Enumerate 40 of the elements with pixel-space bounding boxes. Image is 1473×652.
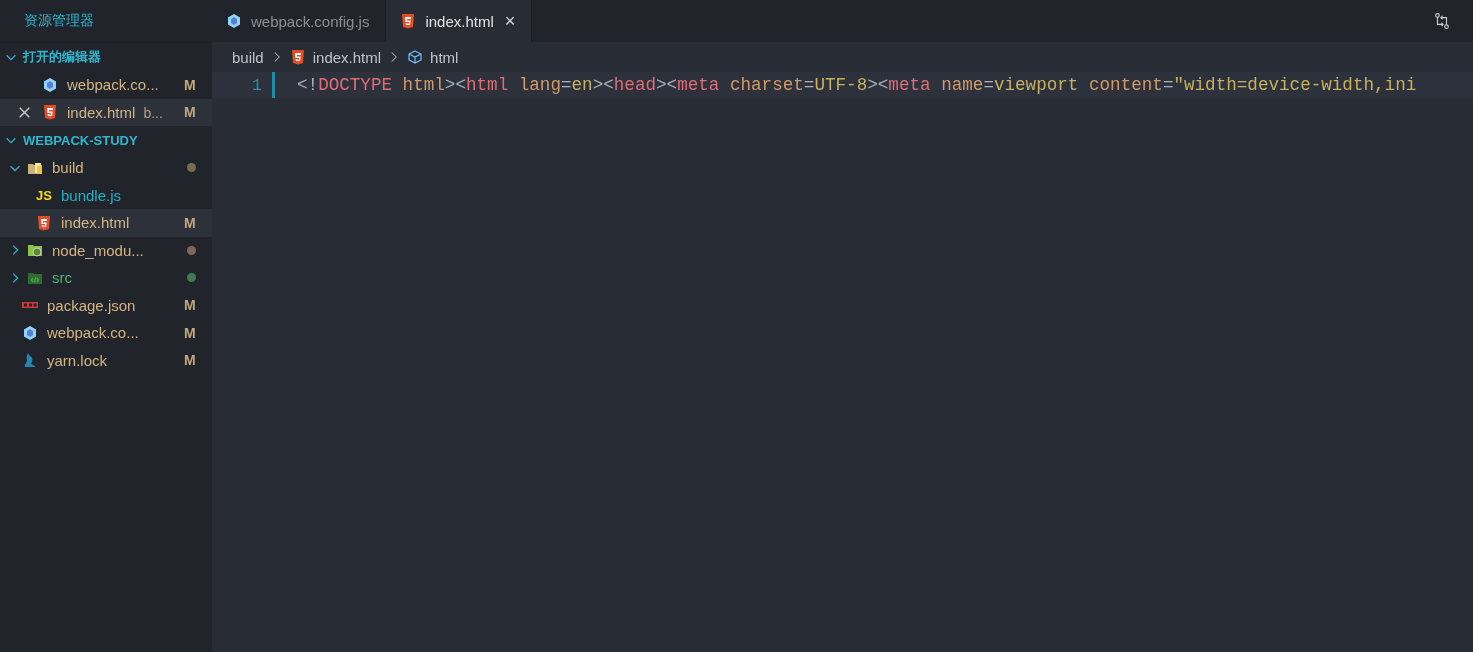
js-file-label: JS bbox=[36, 187, 52, 203]
editor-tab[interactable]: index.html × bbox=[386, 0, 533, 42]
file-item[interactable]: yarn.lock M bbox=[0, 346, 212, 374]
close-tab-button[interactable]: × bbox=[504, 10, 516, 32]
folder-icon bbox=[27, 242, 43, 259]
open-editor-item[interactable]: webpack.co... M bbox=[0, 71, 212, 99]
hexagon-icon bbox=[226, 13, 242, 29]
html-file-icon bbox=[289, 49, 306, 65]
line-number: 1 bbox=[250, 75, 263, 95]
code-line: <!DOCTYPE html><html lang=en><head><meta charset=UTF-8><meta name=viewport content="width=device-width,ini bbox=[297, 75, 1417, 95]
section-header[interactable]: 打开的编辑器 bbox=[0, 43, 212, 71]
html-file-icon bbox=[400, 13, 417, 29]
cat-icon bbox=[22, 352, 38, 369]
breadcrumb-item[interactable]: build bbox=[232, 48, 264, 66]
panel-title: 资源管理器 bbox=[24, 12, 94, 30]
open-editor-item[interactable]: index.html b... M bbox=[0, 98, 212, 126]
hexagon-icon bbox=[42, 76, 58, 93]
cube-icon bbox=[407, 49, 424, 65]
modified-label: M bbox=[184, 76, 197, 93]
file-item[interactable]: node_modu... bbox=[0, 236, 212, 264]
file-item[interactable]: src bbox=[0, 264, 212, 292]
file-item[interactable]: webpack.co... M bbox=[0, 319, 212, 347]
modified-label: M bbox=[184, 352, 197, 369]
breadcrumb-item[interactable]: index.html bbox=[312, 48, 382, 66]
modified-label: M bbox=[184, 324, 197, 341]
compare-changes-icon[interactable] bbox=[1433, 12, 1451, 30]
file-path-hint: b... bbox=[143, 104, 163, 121]
file-item[interactable]: JS bundle.js bbox=[0, 181, 212, 209]
close-icon[interactable] bbox=[19, 106, 30, 118]
folder-item[interactable]: build bbox=[0, 154, 212, 182]
modified-label: M bbox=[184, 104, 197, 121]
modified-label: M bbox=[184, 297, 197, 314]
file-item[interactable]: index.html M bbox=[0, 209, 212, 237]
html-file-icon bbox=[36, 214, 52, 231]
section-header[interactable]: WEBPACK-STUDY bbox=[0, 126, 212, 154]
html-file-icon bbox=[42, 104, 58, 121]
modified-label: M bbox=[184, 214, 197, 231]
file-item[interactable]: package.json M bbox=[0, 291, 212, 319]
breadcrumb-item[interactable]: html bbox=[430, 48, 459, 66]
hexagon-icon bbox=[22, 324, 38, 341]
